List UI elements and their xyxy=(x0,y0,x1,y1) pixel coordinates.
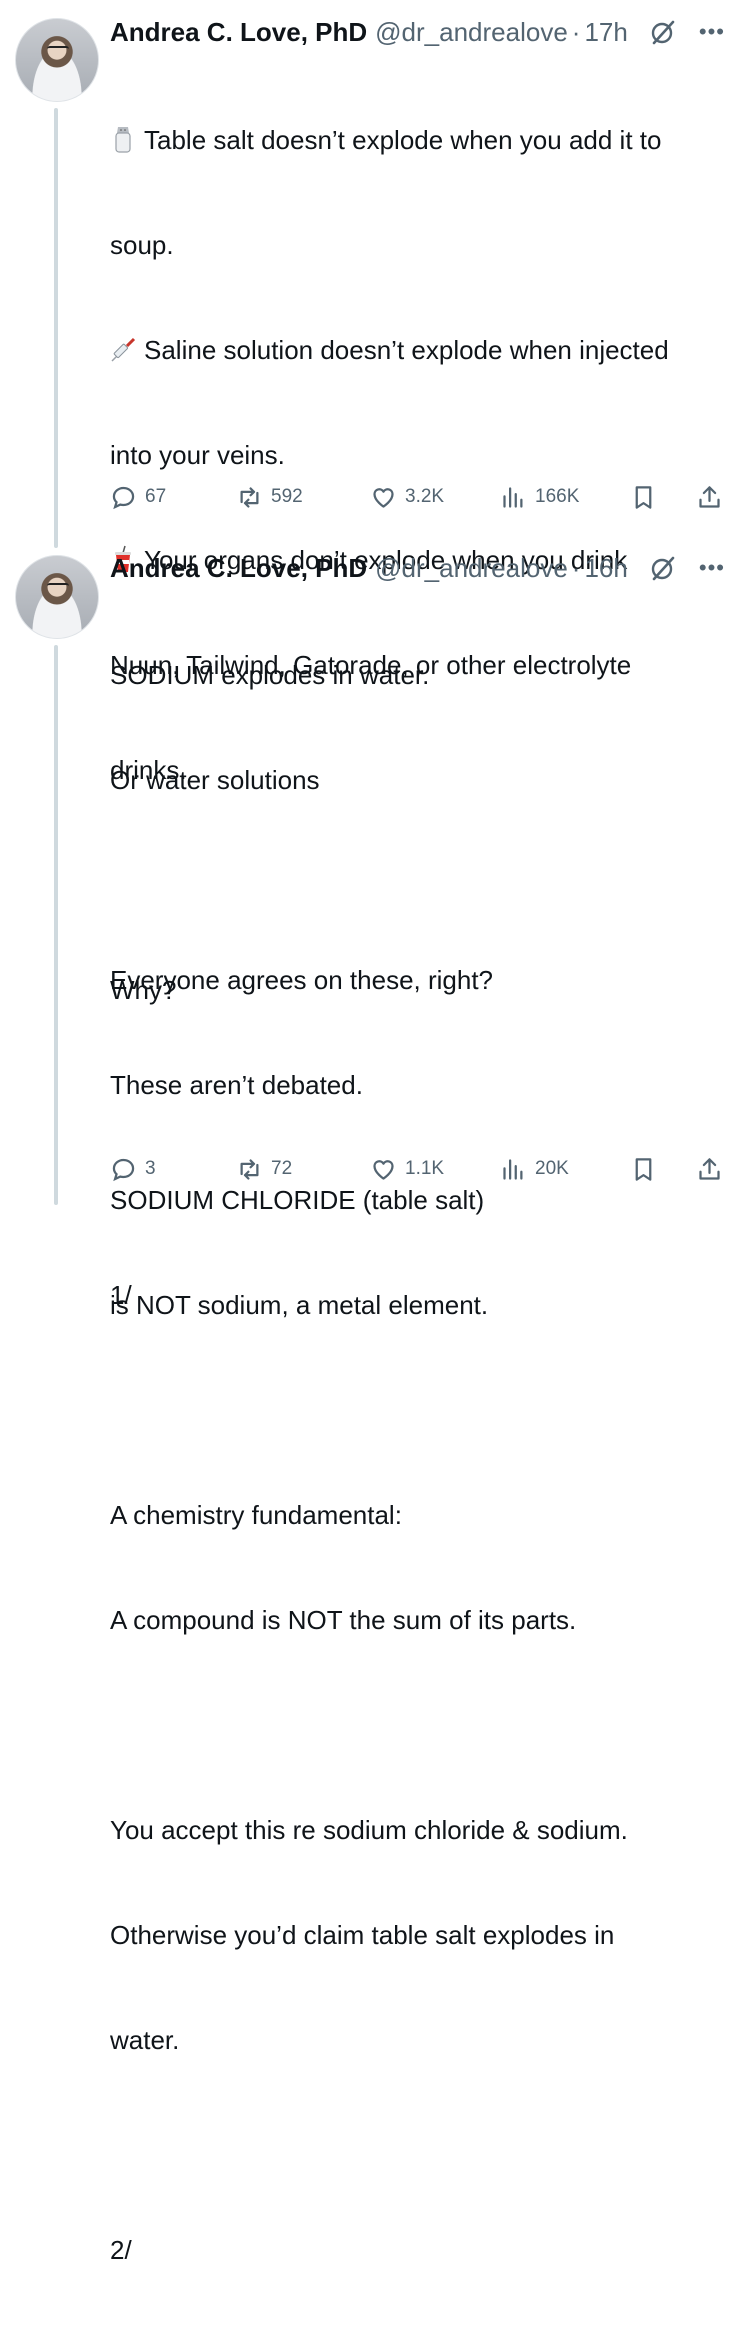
line-text: is NOT sodium, a metal element. xyxy=(110,1290,489,1320)
like-count: 1.1K xyxy=(405,1158,445,1179)
view-count: 166K xyxy=(535,486,580,507)
views-chart-icon xyxy=(503,1158,523,1180)
repost-icon xyxy=(240,1158,259,1180)
grok-icon[interactable] xyxy=(649,554,677,582)
header-icons: ••• xyxy=(649,550,725,586)
author-handle[interactable]: @dr_andrealove xyxy=(375,17,568,48)
line-text: 2/ xyxy=(110,2235,132,2265)
repost-count: 592 xyxy=(271,486,303,507)
avatar-glasses xyxy=(47,46,69,54)
line-text: Saline solution doesn’t explode when inj… xyxy=(144,335,669,365)
reply-icon xyxy=(112,486,135,509)
line-text: into your veins. xyxy=(110,440,285,470)
timestamp[interactable]: 17h xyxy=(584,17,627,48)
line-text: soup. xyxy=(110,230,174,260)
bookmark-icon xyxy=(635,1157,652,1181)
line-text: SODIUM CHLORIDE (table salt) xyxy=(110,1185,485,1215)
tweet-header: Andrea C. Love, PhD @dr_andrealove · 17h… xyxy=(110,14,725,50)
reply-button[interactable]: 3 xyxy=(110,1151,156,1187)
line-text: water. xyxy=(110,2025,180,2055)
reply-count: 3 xyxy=(145,1158,156,1179)
more-options-icon[interactable]: ••• xyxy=(699,557,725,579)
avatar[interactable] xyxy=(15,555,99,639)
action-bar: 3 72 1.1K 20K xyxy=(110,1151,730,1187)
timestamp[interactable]: 16h xyxy=(584,553,627,584)
header-icons: ••• xyxy=(649,14,725,50)
separator-dot: · xyxy=(571,16,581,47)
avatar-glasses xyxy=(47,583,69,591)
reply-button[interactable]: 67 xyxy=(110,479,166,515)
avatar[interactable] xyxy=(15,18,99,102)
views-button[interactable]: 166K xyxy=(500,479,579,515)
more-options-icon[interactable]: ••• xyxy=(699,21,725,43)
like-button[interactable]: 1.1K xyxy=(370,1151,444,1187)
repost-button[interactable]: 592 xyxy=(236,479,303,515)
author-name[interactable]: Andrea C. Love, PhD xyxy=(110,553,367,584)
line-text: A compound is NOT the sum of its parts. xyxy=(110,1605,577,1635)
text-line: Saline solution doesn’t explode when inj… xyxy=(110,333,725,368)
line-text: Why? xyxy=(110,975,177,1005)
syringe-icon xyxy=(111,337,136,362)
line-text: You accept this re sodium chloride & sod… xyxy=(110,1815,628,1845)
reply-icon xyxy=(112,1158,135,1181)
line-text: Table salt doesn’t explode when you add … xyxy=(144,125,662,155)
repost-button[interactable]: 72 xyxy=(236,1151,292,1187)
line-text: Otherwise you’d claim table salt explode… xyxy=(110,1920,615,1950)
author-handle[interactable]: @dr_andrealove xyxy=(375,553,568,584)
view-count: 20K xyxy=(535,1158,569,1179)
action-bar: 67 592 3.2K 166K xyxy=(110,479,730,515)
like-count: 3.2K xyxy=(405,486,445,507)
reply-count: 67 xyxy=(145,486,167,507)
tweet-text: SODIUM explodes in water. Or water solut… xyxy=(110,588,725,2338)
line-text: A chemistry fundamental: xyxy=(110,1500,402,1530)
heart-icon xyxy=(373,487,394,508)
bookmark-button[interactable] xyxy=(630,1151,663,1187)
share-icon xyxy=(699,1157,720,1180)
thread-line xyxy=(54,108,58,548)
repost-icon xyxy=(240,486,259,508)
bookmark-button[interactable] xyxy=(630,479,663,515)
thread-line xyxy=(54,645,58,1205)
text-line: Table salt doesn’t explode when you add … xyxy=(110,123,725,158)
author-name[interactable]: Andrea C. Love, PhD xyxy=(110,17,367,48)
separator-dot: · xyxy=(571,552,581,583)
repost-count: 72 xyxy=(271,1158,293,1179)
salt-shaker-icon xyxy=(115,127,131,153)
heart-icon xyxy=(373,1159,394,1180)
like-button[interactable]: 3.2K xyxy=(370,479,444,515)
views-button[interactable]: 20K xyxy=(500,1151,569,1187)
share-icon xyxy=(699,485,720,508)
line-text: SODIUM explodes in water. xyxy=(110,660,430,690)
tweet-header: Andrea C. Love, PhD @dr_andrealove · 16h… xyxy=(110,550,725,586)
tweet-1[interactable]: Andrea C. Love, PhD @dr_andrealove · 17h… xyxy=(0,0,745,1310)
share-button[interactable] xyxy=(696,479,729,515)
share-button[interactable] xyxy=(696,1151,729,1187)
line-text: Or water solutions xyxy=(110,765,320,795)
grok-icon[interactable] xyxy=(649,18,677,46)
tweet-2[interactable]: Andrea C. Love, PhD @dr_andrealove · 16h… xyxy=(0,545,745,2265)
bookmark-icon xyxy=(635,485,652,509)
views-chart-icon xyxy=(503,486,523,508)
